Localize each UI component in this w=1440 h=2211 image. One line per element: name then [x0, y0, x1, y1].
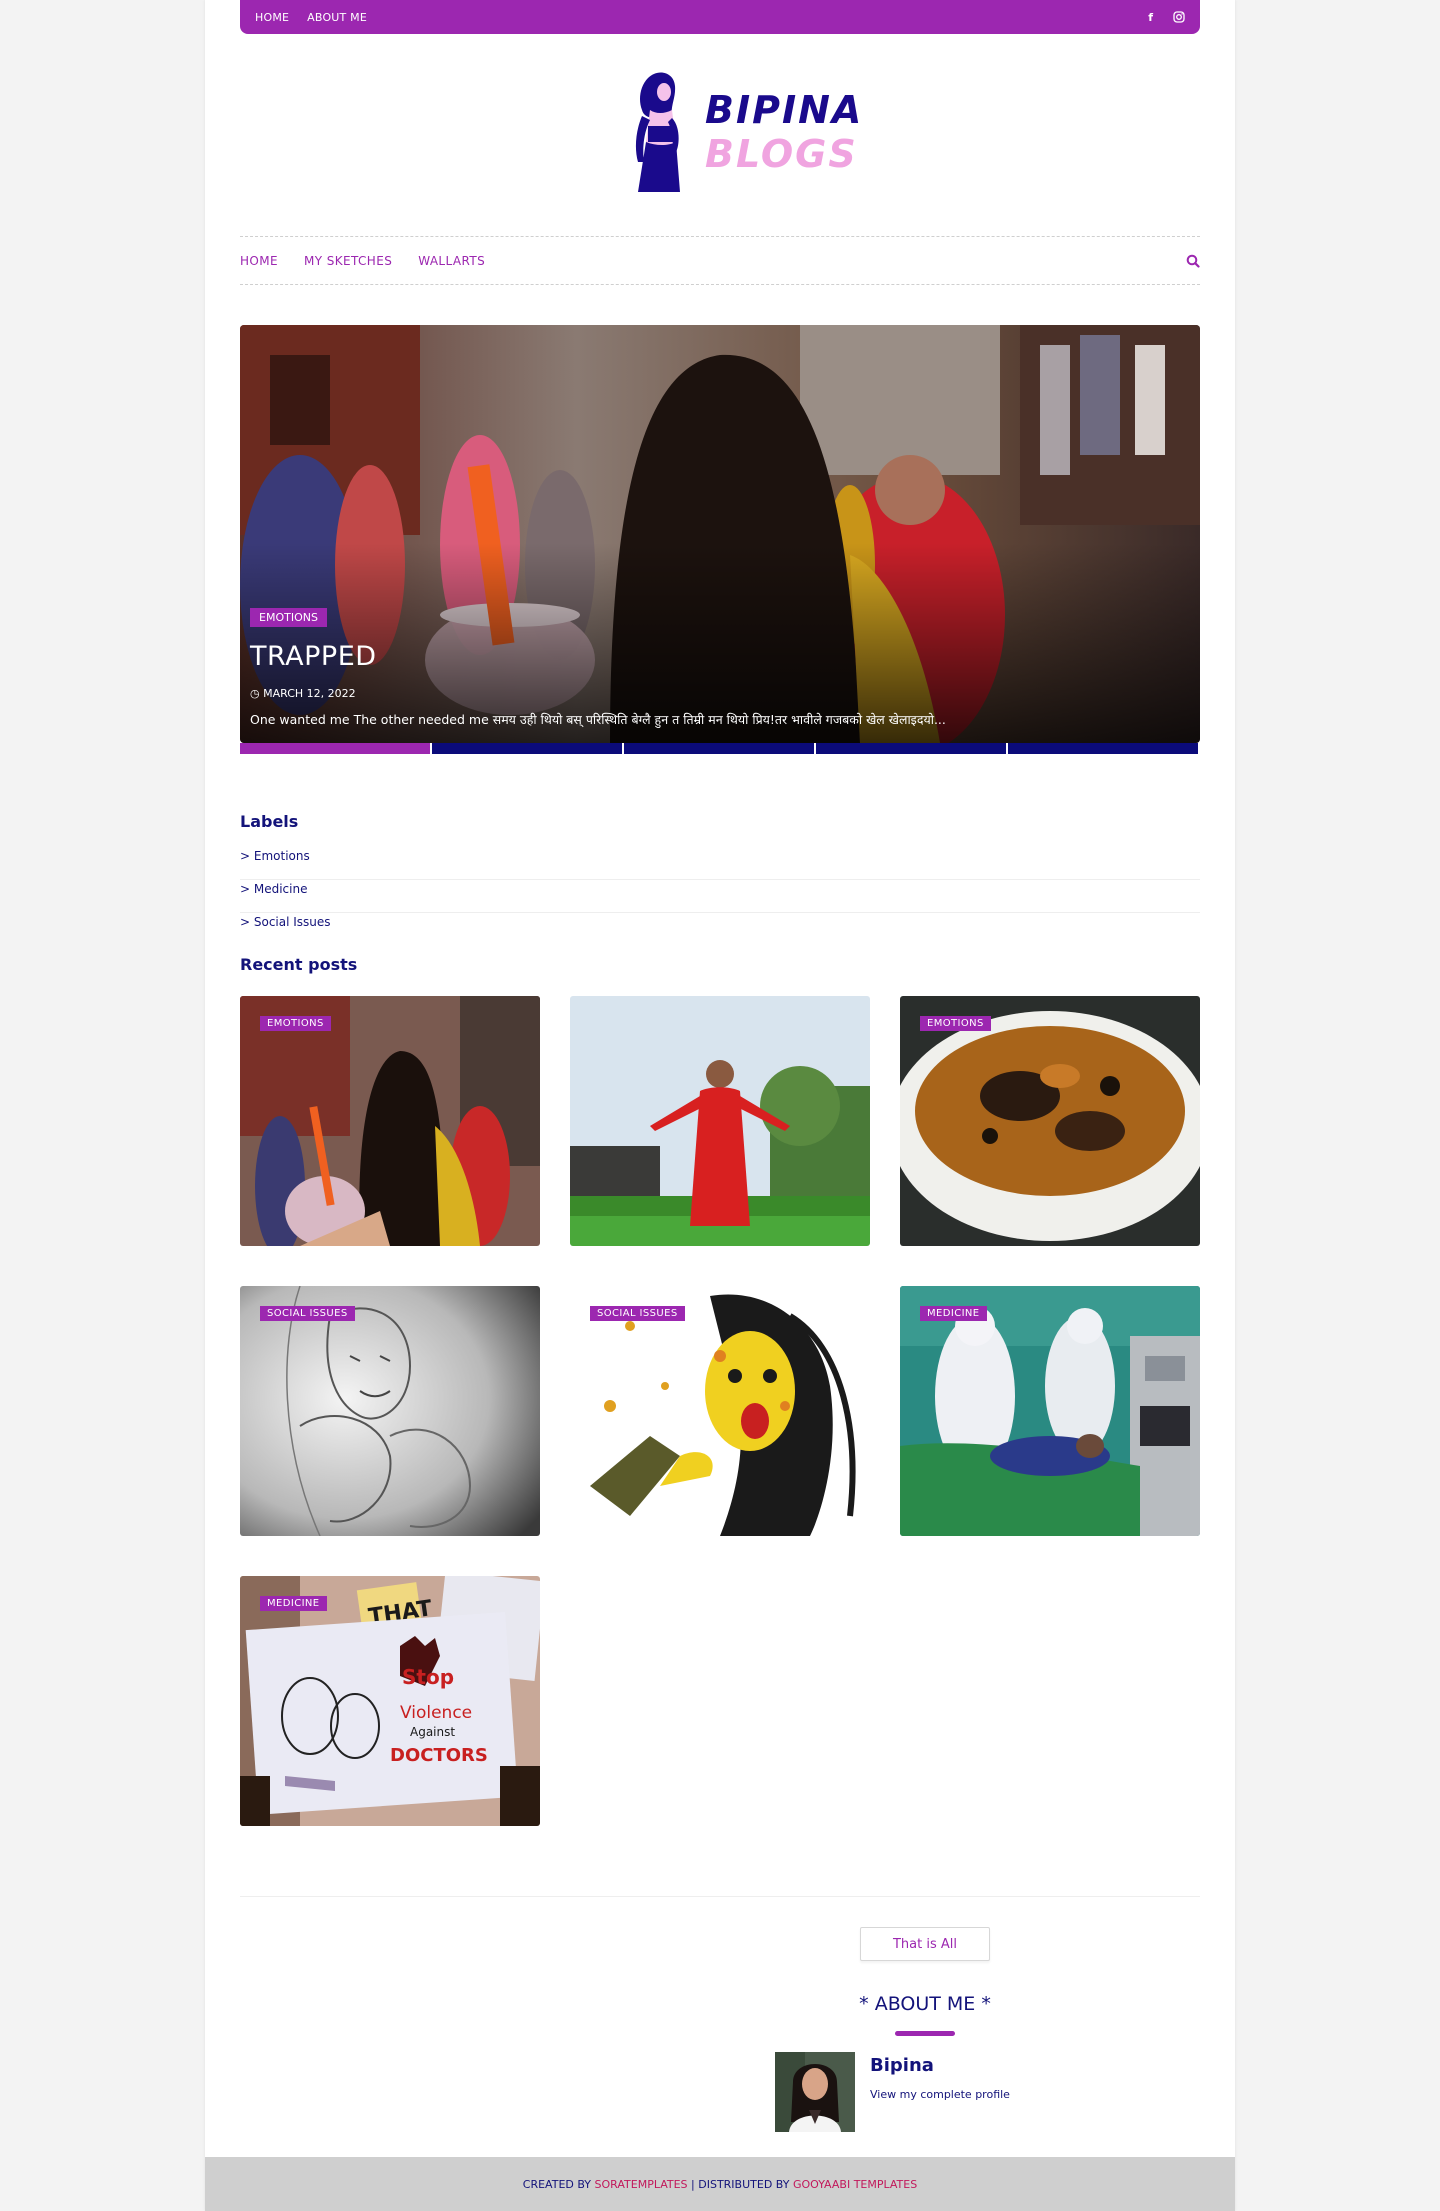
post-card-6[interactable]: MEDICINE [900, 1286, 1200, 1536]
post-category-tag[interactable]: MEDICINE [920, 1306, 987, 1321]
post-category-tag[interactable]: SOCIAL ISSUES [590, 1306, 685, 1321]
logo-girl-illustration [635, 72, 680, 192]
slider-dot-2[interactable] [432, 743, 624, 754]
post-card-5[interactable]: SOCIAL ISSUES [570, 1286, 870, 1536]
recent-posts-grid: EMOTIONS EMOTIONS SOCIAL ISSUES SOCIAL I… [240, 996, 1200, 1826]
facebook-icon[interactable]: f [1148, 11, 1153, 24]
slider-dot-1[interactable] [240, 743, 432, 754]
label-link-medicine[interactable]: > Medicine [240, 880, 1200, 913]
main-nav: HOME MY SKETCHES WALLARTS [240, 236, 1200, 285]
nav-item-wallarts[interactable]: WALLARTS [418, 254, 485, 268]
labels-widget: Labels > Emotions > Medicine > Social Is… [240, 812, 1200, 946]
featured-post-excerpt: One wanted me The other needed me समय उह… [250, 712, 946, 727]
label-link-emotions[interactable]: > Emotions [240, 847, 1200, 880]
post-thumbnail [900, 996, 1200, 1246]
slider-dot-4[interactable] [816, 743, 1008, 754]
profile-photo [775, 2052, 855, 2132]
featured-post-date: ◷ MARCH 12, 2022 [250, 687, 356, 700]
post-thumbnail [570, 1286, 870, 1536]
post-category-tag[interactable]: SOCIAL ISSUES [260, 1306, 355, 1321]
post-thumbnail [240, 1286, 540, 1536]
topbar-link-home[interactable]: HOME [255, 11, 289, 24]
post-card-1[interactable]: EMOTIONS [240, 996, 540, 1246]
post-card-4[interactable]: SOCIAL ISSUES [240, 1286, 540, 1536]
post-thumbnail [240, 996, 540, 1246]
footer-distributed-by: | DISTRIBUTED BY [687, 2177, 793, 2191]
slider-dot-5[interactable] [1008, 743, 1200, 754]
slider-pagination [240, 743, 1200, 754]
post-thumbnail: THAT Stop Violence Against DOCTORS [240, 1576, 540, 1826]
top-bar: HOME ABOUT ME f [240, 0, 1200, 34]
poster-text-stop: Stop [402, 1665, 454, 1689]
post-category-tag[interactable]: EMOTIONS [920, 1016, 991, 1031]
recent-posts-title: Recent posts [240, 955, 358, 974]
labels-title: Labels [240, 812, 299, 831]
poster-text-doctors: DOCTORS [390, 1745, 488, 1766]
footer-link-gooyaabi[interactable]: GOOYAABI TEMPLATES [793, 2178, 917, 2191]
search-icon[interactable] [1186, 254, 1200, 268]
post-thumbnail [900, 1286, 1200, 1536]
that-is-all-button[interactable]: That is All [860, 1927, 990, 1961]
post-category-tag[interactable]: MEDICINE [260, 1596, 327, 1611]
poster-text-violence: Violence [400, 1703, 472, 1723]
section-divider [240, 1896, 1200, 1897]
post-category-tag[interactable]: EMOTIONS [260, 1016, 331, 1031]
featured-slider[interactable]: EMOTIONS TRAPPED ◷ MARCH 12, 2022 One wa… [240, 325, 1200, 743]
view-profile-link[interactable]: View my complete profile [870, 2088, 1010, 2101]
logo-text-blogs: BLOGS [705, 132, 858, 176]
post-card-3[interactable]: EMOTIONS [900, 996, 1200, 1246]
featured-post-date-text: MARCH 12, 2022 [263, 687, 356, 700]
topbar-link-about[interactable]: ABOUT ME [307, 11, 367, 24]
site-logo[interactable]: BIPINA BLOGS [620, 70, 861, 195]
featured-post-category[interactable]: EMOTIONS [250, 608, 327, 627]
about-title-underline [895, 2031, 955, 2036]
footer-link-soratemplates[interactable]: SORATEMPLATES [595, 2178, 688, 2191]
label-link-social-issues[interactable]: > Social Issues [240, 913, 1200, 946]
nav-item-my-sketches[interactable]: MY SKETCHES [304, 254, 392, 268]
about-me-title: * ABOUT ME * [859, 1993, 991, 2015]
site-footer: CREATED BY SORATEMPLATES | DISTRIBUTED B… [205, 2157, 1235, 2211]
post-card-7[interactable]: THAT Stop Violence Against DOCTORS MEDIC… [240, 1576, 540, 1826]
poster-text-against: Against [410, 1725, 455, 1739]
logo-text-bipina: BIPINA [705, 88, 864, 132]
avatar[interactable] [775, 2052, 855, 2132]
post-card-2[interactable] [570, 996, 870, 1246]
slider-dot-3[interactable] [624, 743, 816, 754]
featured-post-title[interactable]: TRAPPED [250, 641, 377, 672]
footer-created-by: CREATED BY [522, 2177, 595, 2191]
post-thumbnail [570, 996, 870, 1246]
instagram-icon[interactable] [1173, 11, 1185, 23]
nav-item-home[interactable]: HOME [240, 254, 278, 268]
page-container: HOME ABOUT ME f BIPINA BLOGS HOME MY SKE… [205, 0, 1235, 2211]
profile-name[interactable]: Bipina [870, 2055, 934, 2076]
clock-icon: ◷ [250, 687, 260, 700]
